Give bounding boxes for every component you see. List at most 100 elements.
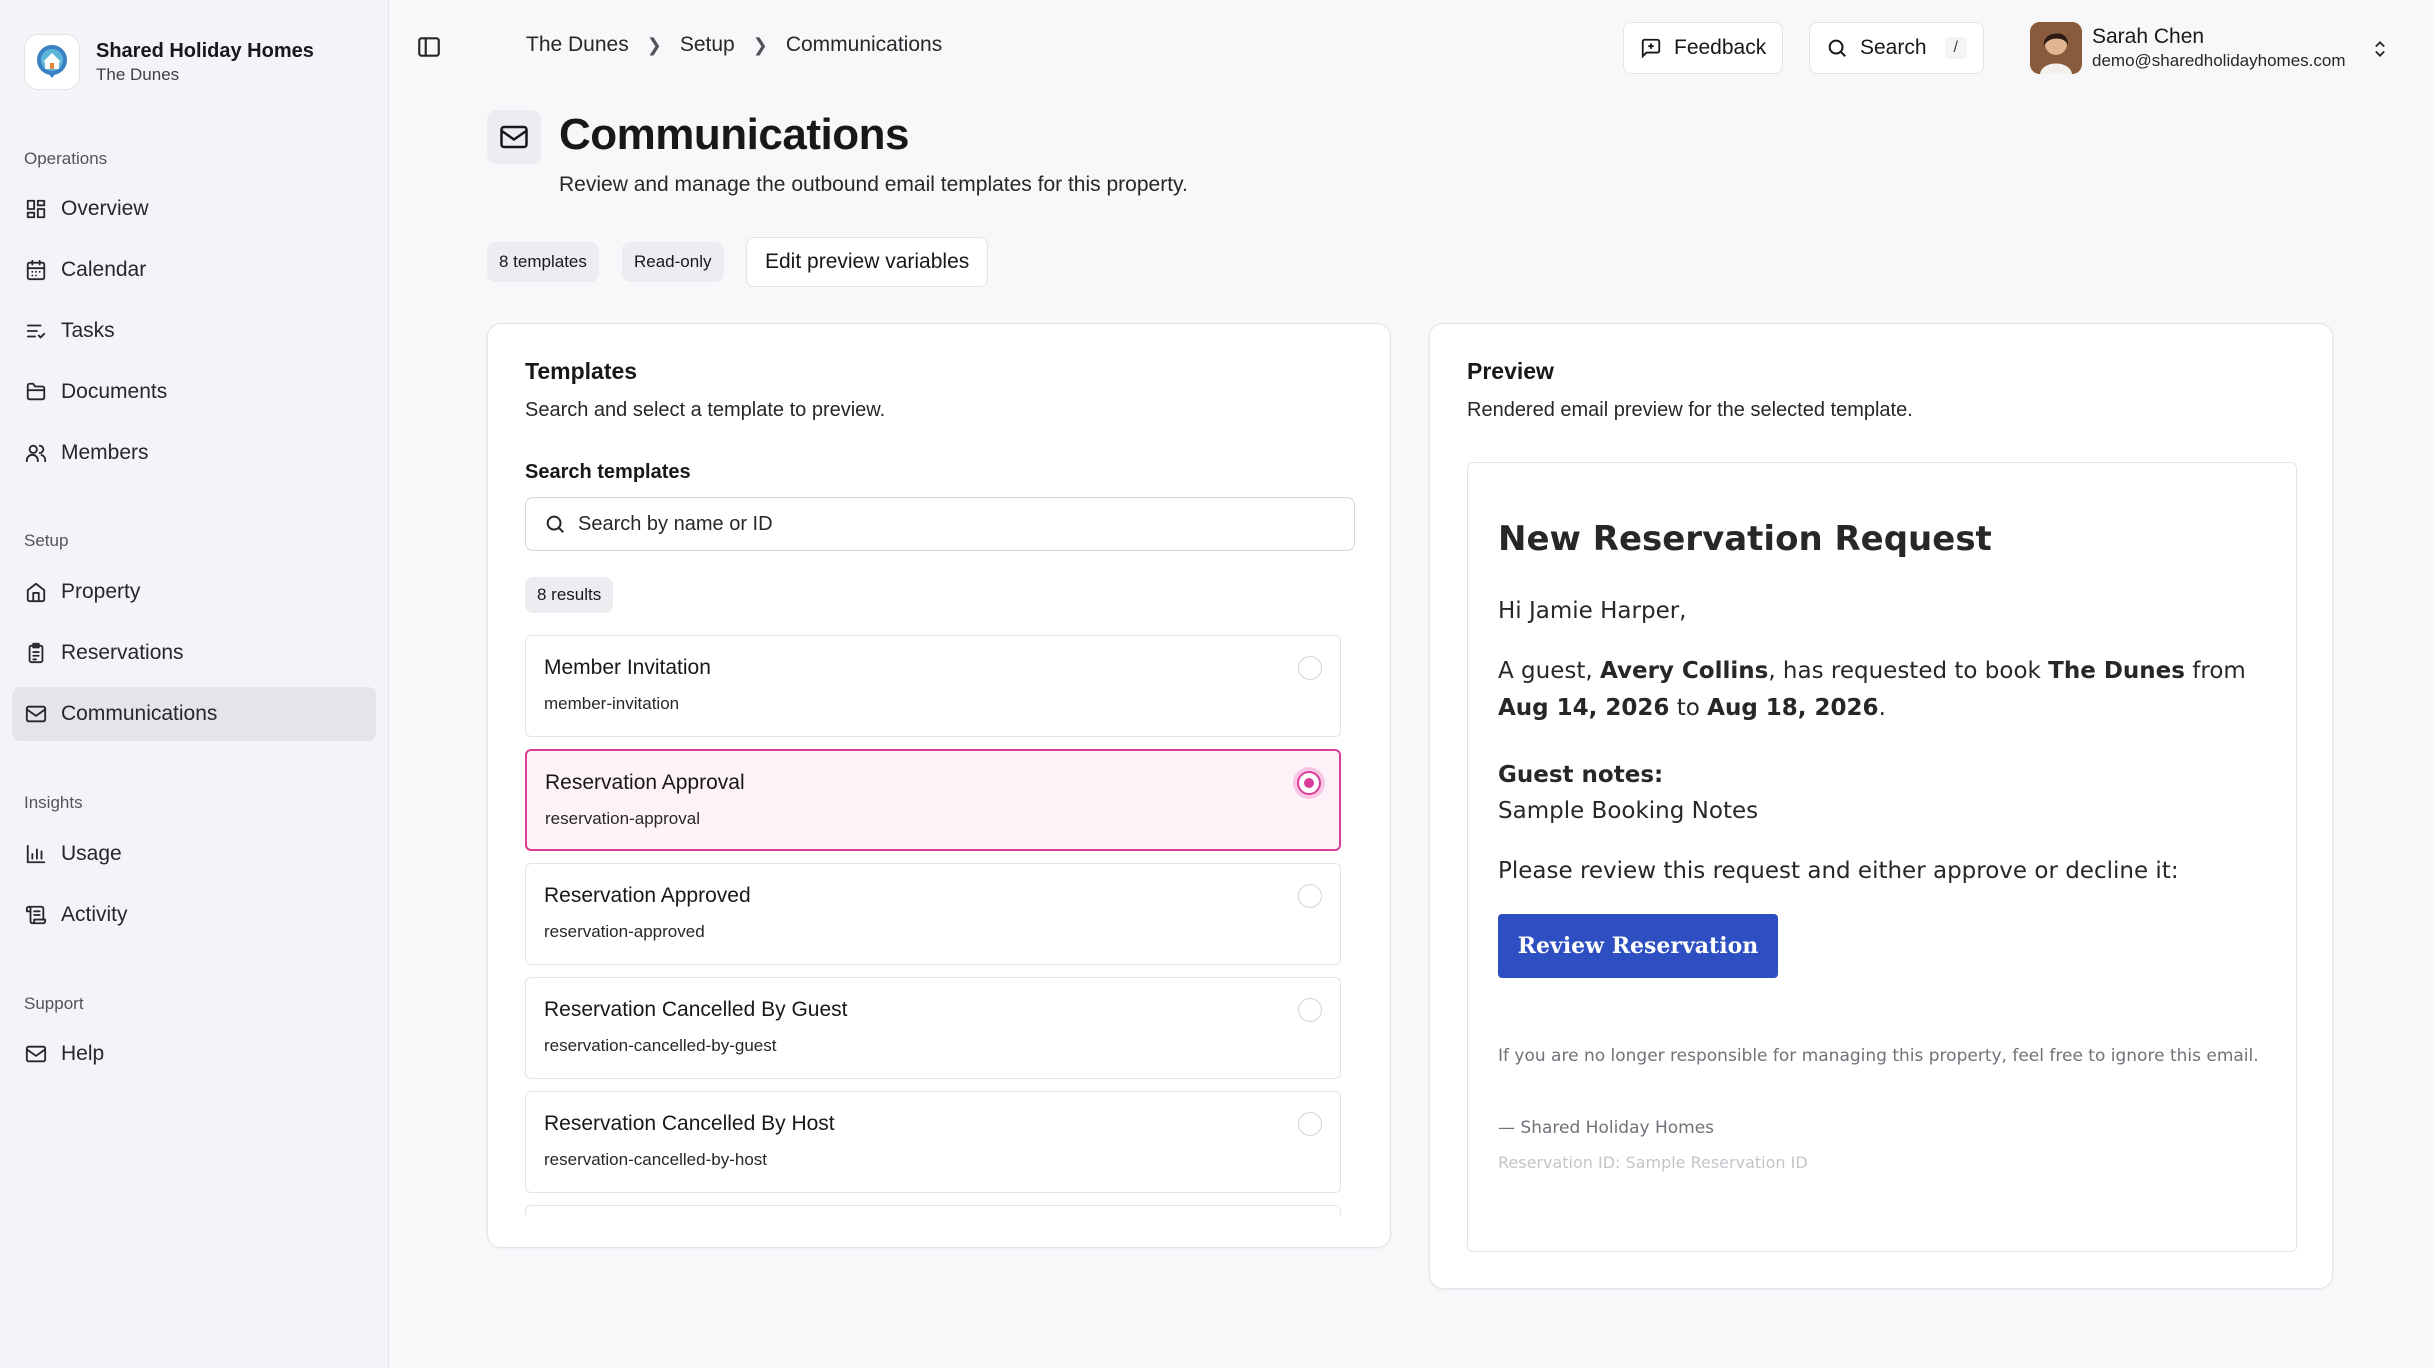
feedback-button[interactable]: Feedback (1623, 22, 1784, 74)
sidebar-item-reservations[interactable]: Reservations (12, 626, 376, 680)
list-checks-icon (24, 319, 48, 343)
mail-icon (487, 110, 541, 164)
sidebar-item-members[interactable]: Members (12, 426, 376, 480)
sidebar-item-property[interactable]: Property (12, 565, 376, 619)
sidebar-item-usage[interactable]: Usage (12, 827, 376, 881)
template-item-partial[interactable] (525, 1205, 1341, 1215)
template-item-member-invitation[interactable]: Member Invitation member-invitation (525, 635, 1341, 737)
preview-card: Preview Rendered email preview for the s… (1429, 323, 2333, 1289)
breadcrumb-item-setup[interactable]: Setup (680, 33, 735, 57)
sidebar-item-label: Activity (61, 903, 128, 926)
sidebar-item-communications[interactable]: Communications (12, 687, 376, 741)
template-item-reservation-approval[interactable]: Reservation Approval reservation-approva… (525, 749, 1341, 851)
template-name: Reservation Approved (544, 884, 751, 907)
template-id: reservation-cancelled-by-guest (544, 1036, 777, 1055)
mail-icon (24, 702, 48, 726)
topbar: The Dunes ❯ Setup ❯ Communications Feedb… (390, 0, 2434, 96)
template-search-field[interactable] (525, 497, 1355, 551)
sidebar-item-label: Overview (61, 197, 149, 220)
sidebar-item-documents[interactable]: Documents (12, 365, 376, 419)
template-list[interactable]: Member Invitation member-invitation Rese… (525, 635, 1341, 1215)
template-name: Member Invitation (544, 656, 711, 679)
sidebar-item-label: Members (61, 441, 149, 464)
avatar (2030, 22, 2082, 74)
chevron-right-icon: ❯ (646, 34, 662, 55)
template-radio-selected[interactable] (1297, 771, 1321, 795)
folder-icon (24, 380, 48, 404)
nav-section-insights: Insights (24, 793, 83, 812)
email-heading: New Reservation Request (1498, 519, 1992, 559)
templates-count-badge: 8 templates (487, 242, 599, 282)
sidebar-item-label: Calendar (61, 258, 147, 281)
breadcrumb-item-current: Communications (785, 33, 943, 56)
breadcrumb-item-property[interactable]: The Dunes (526, 33, 629, 57)
email-preview: New Reservation Request Hi Jamie Harper,… (1467, 462, 2297, 1252)
template-item-reservation-approved[interactable]: Reservation Approved reservation-approve… (525, 863, 1341, 965)
brand-logo (24, 34, 80, 90)
template-id: member-invitation (544, 694, 680, 713)
user-menu[interactable]: Sarah Chen demo@sharedholidayhomes.com (2030, 22, 2346, 74)
sidebar-item-calendar[interactable]: Calendar (12, 243, 376, 297)
templates-card: Templates Search and select a template t… (487, 323, 1391, 1248)
email-cta-intro: Please review this request and either ap… (1498, 858, 2179, 884)
sidebar-item-label: Reservations (61, 641, 184, 664)
guest-notes: Sample Booking Notes (1498, 798, 1759, 824)
sidebar-toggle-icon[interactable] (416, 34, 442, 60)
sidebar-item-label: Help (61, 1042, 105, 1065)
feedback-label: Feedback (1674, 36, 1767, 59)
template-item-reservation-cancelled-by-host[interactable]: Reservation Cancelled By Host reservatio… (525, 1091, 1341, 1193)
user-name: Sarah Chen (2092, 25, 2205, 48)
template-id: reservation-approved (544, 922, 705, 941)
scroll-icon (24, 903, 48, 927)
template-search-input[interactable] (578, 512, 1338, 536)
message-plus-icon (1641, 38, 1661, 59)
grid-icon (24, 197, 48, 221)
search-button[interactable]: Search / (1809, 22, 1984, 74)
sidebar-item-help[interactable]: Help (12, 1027, 376, 1081)
edit-preview-variables-button[interactable]: Edit preview variables (746, 237, 989, 287)
guest-notes-label: Guest notes: (1498, 762, 1664, 788)
chevrons-up-down-icon[interactable] (2370, 38, 2390, 65)
nav-section-operations: Operations (24, 149, 108, 168)
page-title: Communications (559, 110, 909, 159)
template-name: Reservation Cancelled By Host (544, 1112, 835, 1135)
sidebar-item-overview[interactable]: Overview (12, 182, 376, 236)
preview-card-title: Preview (1467, 358, 1554, 384)
templates-card-title: Templates (525, 358, 638, 384)
template-name: Reservation Cancelled By Guest (544, 998, 848, 1021)
reservation-id: Reservation ID: Sample Reservation ID (1498, 1153, 1808, 1172)
nav-section-support: Support (24, 994, 84, 1013)
template-name: Reservation Approval (545, 771, 745, 794)
template-radio[interactable] (1298, 884, 1322, 908)
page-subtitle: Review and manage the outbound email tem… (559, 173, 1188, 196)
brand-property: The Dunes (96, 65, 180, 84)
search-label: Search (1860, 36, 1927, 59)
sidebar-item-label: Documents (61, 380, 168, 403)
sidebar: Shared Holiday Homes The Dunes Operation… (0, 0, 389, 1368)
breadcrumb: The Dunes ❯ Setup ❯ Communications (526, 33, 942, 57)
templates-card-subtitle: Search and select a template to preview. (525, 399, 886, 421)
sidebar-item-label: Tasks (61, 319, 115, 342)
home-icon (24, 580, 48, 604)
search-icon (1828, 39, 1846, 57)
sidebar-item-activity[interactable]: Activity (12, 888, 376, 942)
template-id: reservation-cancelled-by-host (544, 1150, 767, 1169)
template-radio[interactable] (1298, 998, 1322, 1022)
users-icon (24, 441, 48, 465)
template-id: reservation-approval (545, 809, 700, 828)
brand[interactable]: Shared Holiday Homes The Dunes (24, 34, 314, 90)
read-only-badge: Read-only (622, 242, 724, 282)
template-radio[interactable] (1298, 1112, 1322, 1136)
sidebar-item-label: Usage (61, 842, 122, 865)
brand-name: Shared Holiday Homes (96, 40, 314, 62)
user-email: demo@sharedholidayhomes.com (2092, 51, 2346, 70)
clipboard-icon (24, 641, 48, 665)
search-icon (546, 515, 564, 533)
review-reservation-button[interactable]: Review Reservation (1498, 914, 1778, 978)
template-radio[interactable] (1298, 656, 1322, 680)
template-item-reservation-cancelled-by-guest[interactable]: Reservation Cancelled By Guest reservati… (525, 977, 1341, 1079)
search-shortcut: / (1944, 37, 1967, 59)
guest-name: Avery Collins (1600, 658, 1769, 684)
chevron-right-icon: ❯ (752, 34, 768, 55)
sidebar-item-tasks[interactable]: Tasks (12, 304, 376, 358)
